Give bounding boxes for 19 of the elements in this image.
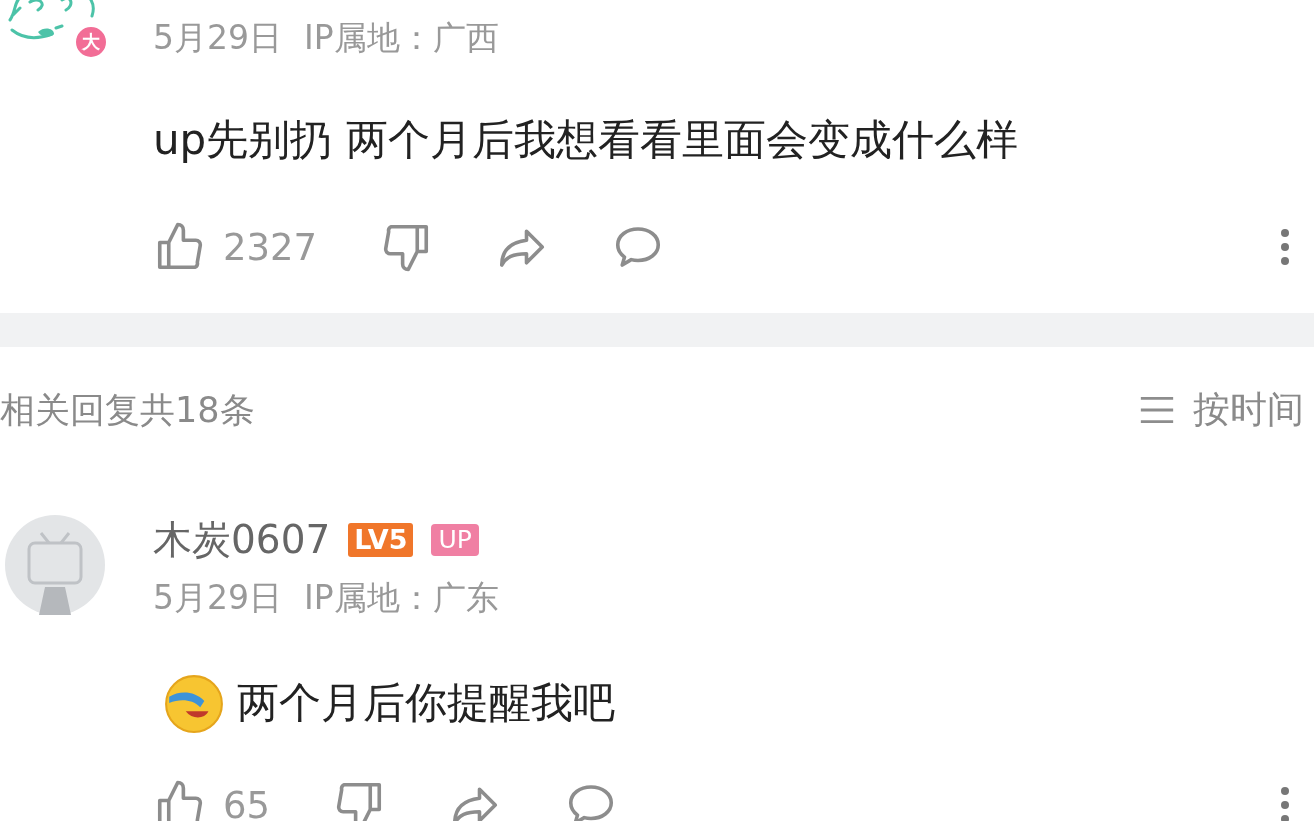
level-badge: LV5: [348, 523, 414, 557]
more-icon[interactable]: [1280, 784, 1290, 821]
sort-button[interactable]: 按时间: [1139, 385, 1304, 435]
comment-date: 5月29日: [153, 576, 282, 619]
ip-location: IP属地：广西: [304, 16, 499, 59]
avatar-badge: 大: [74, 25, 108, 59]
comment-text: 两个月后你提醒我吧: [237, 677, 615, 729]
sort-icon: [1139, 395, 1175, 425]
username[interactable]: 木炭0607: [153, 513, 331, 567]
avatar[interactable]: [5, 515, 105, 615]
like-count: 2327: [223, 225, 318, 269]
emoji-icon: [163, 672, 225, 734]
reply-count: 相关回复共18条: [0, 388, 255, 432]
ip-location: IP属地：广东: [304, 576, 499, 619]
more-icon[interactable]: [1280, 226, 1290, 268]
uploader-badge: UP: [431, 524, 479, 556]
comment-date: 5月29日: [153, 16, 282, 59]
like-count: 65: [223, 783, 271, 821]
comment-text: up先别扔 两个月后我想看看里面会变成什么样: [153, 114, 1019, 166]
